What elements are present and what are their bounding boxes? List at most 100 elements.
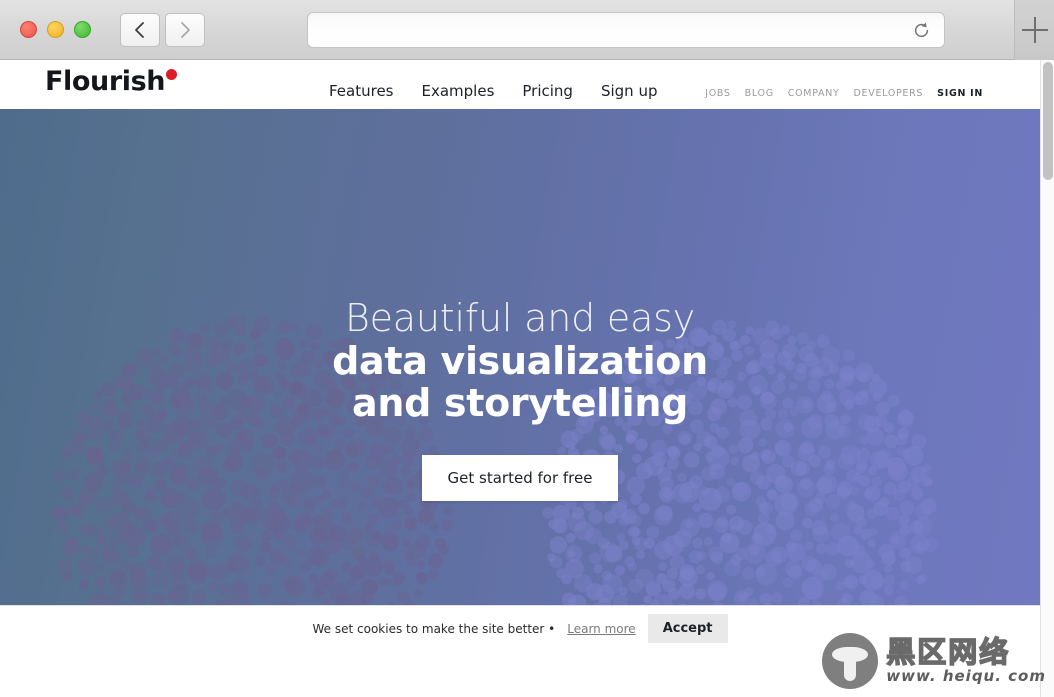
- packed-circle: [549, 536, 567, 554]
- packed-circle: [218, 582, 233, 596]
- packed-circle: [406, 557, 417, 568]
- packed-circle: [595, 584, 615, 603]
- packed-circle: [771, 592, 783, 604]
- chevron-left-icon: [135, 21, 144, 38]
- flourish-logo[interactable]: Flourish: [45, 66, 178, 97]
- packed-circle: [364, 523, 373, 532]
- page-scrollbar[interactable]: [1040, 60, 1054, 697]
- nav-item-features[interactable]: Features: [329, 82, 394, 100]
- packed-circle: [93, 576, 106, 588]
- packed-circle: [438, 544, 450, 555]
- packed-circle: [96, 561, 105, 571]
- packed-circle: [721, 532, 732, 544]
- packed-circle: [884, 564, 893, 574]
- packed-circle: [130, 562, 146, 577]
- packed-circle: [786, 542, 806, 562]
- packed-circle: [913, 516, 933, 536]
- new-tab-button[interactable]: [1021, 17, 1048, 43]
- packed-circle: [167, 591, 180, 603]
- packed-circle: [282, 575, 298, 591]
- address-bar[interactable]: [307, 12, 945, 48]
- packed-circle: [835, 581, 845, 591]
- packed-circle: [67, 502, 85, 519]
- packed-circle: [574, 521, 594, 541]
- packed-circle: [170, 575, 187, 592]
- packed-circle: [755, 566, 767, 578]
- packed-circle: [57, 558, 72, 572]
- packed-circle: [757, 512, 770, 525]
- hero-headline-line-1: Beautiful and easy: [344, 296, 696, 340]
- packed-circle: [713, 517, 729, 533]
- packed-circle: [235, 535, 252, 552]
- hero-section: Beautiful and easy data visualization an…: [0, 109, 1040, 651]
- forward-button[interactable]: [165, 12, 205, 47]
- packed-circle: [259, 541, 270, 553]
- packed-circle: [614, 565, 626, 576]
- cookie-accept-button[interactable]: Accept: [647, 614, 728, 643]
- nav-item-signup[interactable]: Sign up: [601, 82, 658, 100]
- maximize-window-button[interactable]: [74, 21, 91, 38]
- packed-circle: [663, 535, 684, 556]
- back-button[interactable]: [120, 12, 160, 47]
- packed-circle: [636, 550, 645, 560]
- packed-circle: [136, 505, 152, 520]
- packed-circle: [765, 524, 776, 535]
- packed-circle: [858, 575, 867, 585]
- get-started-button[interactable]: Get started for free: [421, 454, 619, 501]
- packed-circle: [404, 517, 418, 531]
- packed-circle: [115, 532, 129, 546]
- nav-item-examples[interactable]: Examples: [422, 82, 495, 100]
- packed-circle: [261, 530, 273, 542]
- packed-circle: [164, 554, 185, 575]
- packed-circle: [645, 581, 662, 597]
- packed-circle: [64, 536, 79, 551]
- packed-circle: [565, 544, 583, 563]
- packed-circle: [78, 582, 88, 592]
- new-tab-panel: [1014, 0, 1054, 60]
- minimize-window-button[interactable]: [47, 21, 64, 38]
- packed-circle: [883, 585, 894, 596]
- packed-circle: [366, 513, 378, 525]
- scrollbar-thumb[interactable]: [1043, 62, 1053, 180]
- cookie-learn-more-link[interactable]: Learn more: [567, 622, 635, 636]
- packed-circle: [172, 537, 182, 547]
- packed-circle: [77, 557, 96, 576]
- packed-circle: [415, 572, 428, 585]
- util-nav-developers[interactable]: DEVELOPERS: [854, 88, 924, 99]
- packed-circle: [254, 555, 266, 567]
- packed-circle: [643, 595, 652, 604]
- packed-circle: [785, 560, 802, 578]
- packed-circle: [724, 559, 741, 577]
- packed-circle: [765, 549, 783, 567]
- packed-circle: [628, 578, 643, 593]
- packed-circle: [282, 556, 293, 567]
- packed-circle: [226, 502, 250, 526]
- util-nav-signin[interactable]: SIGN IN: [937, 88, 983, 99]
- util-nav-jobs[interactable]: JOBS: [705, 88, 730, 99]
- packed-circle: [100, 546, 116, 562]
- reload-button[interactable]: [910, 19, 932, 41]
- packed-circle: [801, 555, 817, 572]
- packed-circle: [899, 580, 909, 590]
- packed-circle: [593, 564, 603, 574]
- close-window-button[interactable]: [20, 21, 37, 38]
- nav-item-pricing[interactable]: Pricing: [522, 82, 573, 100]
- util-nav-company[interactable]: COMPANY: [788, 88, 840, 99]
- logo-dot-icon: [166, 69, 178, 80]
- packed-circle: [324, 567, 338, 581]
- util-nav-blog[interactable]: BLOG: [745, 88, 774, 99]
- packed-circle: [352, 565, 367, 580]
- packed-circle: [341, 537, 356, 551]
- packed-circle: [790, 529, 803, 542]
- packed-circle: [300, 561, 312, 572]
- window-controls: [20, 21, 91, 38]
- utility-navigation: JOBS BLOG COMPANY DEVELOPERS SIGN IN: [705, 88, 983, 99]
- packed-circle: [920, 498, 937, 515]
- packed-circle: [61, 570, 73, 583]
- packed-circle: [881, 551, 896, 566]
- packed-circle: [583, 498, 596, 511]
- packed-circle: [867, 539, 876, 548]
- packed-circle: [633, 537, 648, 552]
- packed-circle: [830, 522, 851, 543]
- packed-circle: [883, 574, 896, 587]
